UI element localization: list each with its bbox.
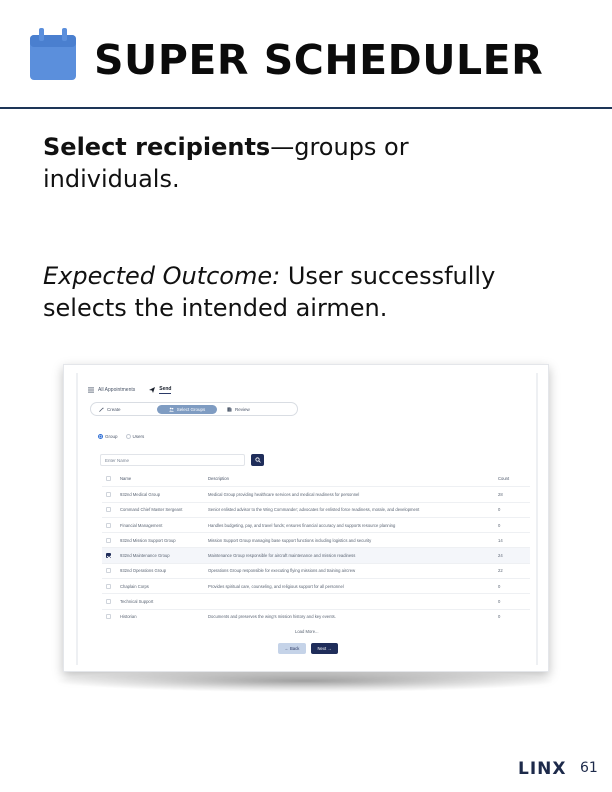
row-checkbox[interactable] bbox=[106, 491, 111, 497]
row-count: 22 bbox=[498, 568, 503, 574]
radio-users[interactable]: Users bbox=[125, 434, 145, 439]
row-description: Senior enlisted advisor to the Wing Comm… bbox=[208, 507, 420, 513]
review-icon bbox=[227, 406, 232, 412]
step-create-label: Create bbox=[107, 406, 121, 412]
table-row[interactable]: 932nd Medical Group Medical Group provid… bbox=[102, 486, 530, 501]
row-name: Technical Support bbox=[120, 599, 154, 605]
radio-group[interactable]: Group bbox=[98, 434, 118, 439]
radio-group-label: Group bbox=[105, 434, 118, 439]
row-checkbox[interactable] bbox=[106, 537, 111, 543]
row-description: Operations Group responsible for executi… bbox=[208, 568, 356, 574]
search-input[interactable]: Enter Name bbox=[100, 454, 245, 466]
row-count: 0 bbox=[498, 599, 501, 605]
row-name: Chaplain Corps bbox=[120, 583, 149, 589]
table-row[interactable]: Historian Documents and preserves the wi… bbox=[102, 608, 530, 624]
app-panel: All Appointments Send Create Select Grou… bbox=[76, 373, 538, 665]
row-checkbox[interactable] bbox=[106, 522, 111, 528]
page-header: SUPER SCHEDULER bbox=[0, 0, 612, 109]
table-row[interactable]: Chaplain Corps Provides spiritual care, … bbox=[102, 578, 530, 593]
row-count: 0 bbox=[498, 507, 501, 513]
row-name: 932nd Operations Group bbox=[120, 568, 167, 574]
list-icon bbox=[88, 387, 94, 393]
row-description: Mission Support Group managing base supp… bbox=[208, 537, 372, 543]
row-name: 932nd Maintenance Group bbox=[120, 553, 170, 559]
table-row[interactable]: 932nd Operations Group Operations Group … bbox=[102, 562, 530, 578]
app-screenshot: All Appointments Send Create Select Grou… bbox=[63, 364, 549, 672]
row-name: Historian bbox=[120, 614, 137, 620]
row-description: Handles budgeting, pay, and travel funds… bbox=[208, 522, 396, 528]
groups-table: Name Description Count 932nd Medical Gro… bbox=[102, 471, 530, 624]
instruction-text: Select recipients—groups or individuals. bbox=[43, 131, 543, 195]
logo-text: LINX bbox=[518, 759, 567, 779]
table-row-selected[interactable]: 932nd Maintenance Group Maintenance Grou… bbox=[102, 547, 530, 563]
column-header-description: Description bbox=[208, 476, 229, 482]
search-button[interactable] bbox=[251, 454, 264, 466]
step-select-groups[interactable]: Select Groups bbox=[157, 404, 217, 414]
select-all-checkbox[interactable] bbox=[106, 476, 111, 482]
app-tabs: All Appointments Send bbox=[88, 383, 172, 397]
step-review-label: Review bbox=[235, 406, 250, 412]
expected-outcome: Expected Outcome: User successfully sele… bbox=[43, 260, 583, 324]
recipient-type-radios: Group Users bbox=[98, 434, 144, 439]
row-checkbox-checked[interactable] bbox=[106, 553, 111, 559]
page-number: 61 bbox=[580, 760, 598, 776]
header-divider bbox=[0, 107, 612, 109]
row-checkbox[interactable] bbox=[106, 583, 111, 589]
row-checkbox[interactable] bbox=[106, 614, 111, 620]
instruction-bold: Select recipients bbox=[43, 133, 271, 161]
tab-send[interactable]: Send bbox=[159, 386, 172, 394]
row-count: 28 bbox=[498, 491, 503, 497]
row-count: 24 bbox=[498, 553, 503, 559]
step-create[interactable]: Create bbox=[93, 405, 153, 414]
table-row[interactable]: Technical Support 0 bbox=[102, 593, 530, 608]
send-icon bbox=[149, 387, 156, 393]
next-button[interactable]: Next → bbox=[311, 643, 338, 654]
step-review[interactable]: Review bbox=[221, 405, 281, 414]
step-indicator: Create Select Groups Review bbox=[90, 402, 298, 416]
load-more-link[interactable]: Load More... bbox=[295, 629, 319, 634]
users-icon bbox=[168, 407, 174, 412]
row-name: Command Chief Master Sergeant bbox=[120, 507, 183, 513]
search-icon bbox=[254, 457, 261, 463]
column-header-count: Count bbox=[498, 476, 510, 482]
page-title: SUPER SCHEDULER bbox=[94, 36, 544, 84]
row-description: Documents and preserves the wing's missi… bbox=[208, 614, 336, 620]
outcome-label: Expected Outcome: bbox=[43, 262, 281, 290]
row-count: 0 bbox=[498, 522, 501, 528]
wand-icon bbox=[99, 406, 104, 412]
row-count: 14 bbox=[498, 537, 503, 543]
tab-all-appointments[interactable]: All Appointments bbox=[98, 387, 135, 393]
back-button[interactable]: ← Back bbox=[278, 643, 306, 654]
radio-users-label: Users bbox=[132, 434, 145, 439]
table-row[interactable]: Financial Management Handles budgeting, … bbox=[102, 516, 530, 532]
row-description: Medical Group providing healthcare servi… bbox=[208, 491, 360, 497]
row-name: 932nd Medical Group bbox=[120, 491, 161, 497]
row-name: Financial Management bbox=[120, 522, 163, 528]
row-description: Maintenance Group responsible for aircra… bbox=[208, 553, 356, 559]
row-name: 932nd Mission Support Group bbox=[120, 537, 176, 543]
column-header-name: Name bbox=[120, 476, 132, 482]
table-row[interactable]: 932nd Mission Support Group Mission Supp… bbox=[102, 532, 530, 547]
linx-logo: LINX bbox=[518, 759, 573, 779]
row-checkbox[interactable] bbox=[106, 568, 111, 574]
radio-users-dot[interactable] bbox=[125, 434, 131, 439]
row-checkbox[interactable] bbox=[106, 599, 111, 605]
radio-group-dot[interactable] bbox=[98, 434, 103, 439]
table-row[interactable]: Command Chief Master Sergeant Senior enl… bbox=[102, 501, 530, 517]
table-header-row: Name Description Count bbox=[102, 471, 548, 486]
screenshot-shadow bbox=[58, 670, 552, 692]
row-checkbox[interactable] bbox=[106, 507, 111, 513]
row-count: 0 bbox=[498, 583, 501, 589]
row-count: 0 bbox=[498, 614, 501, 620]
calendar-icon bbox=[30, 28, 76, 80]
step-select-groups-label: Select Groups bbox=[176, 406, 206, 412]
row-description: Provides spiritual care, counseling, and… bbox=[208, 583, 344, 589]
